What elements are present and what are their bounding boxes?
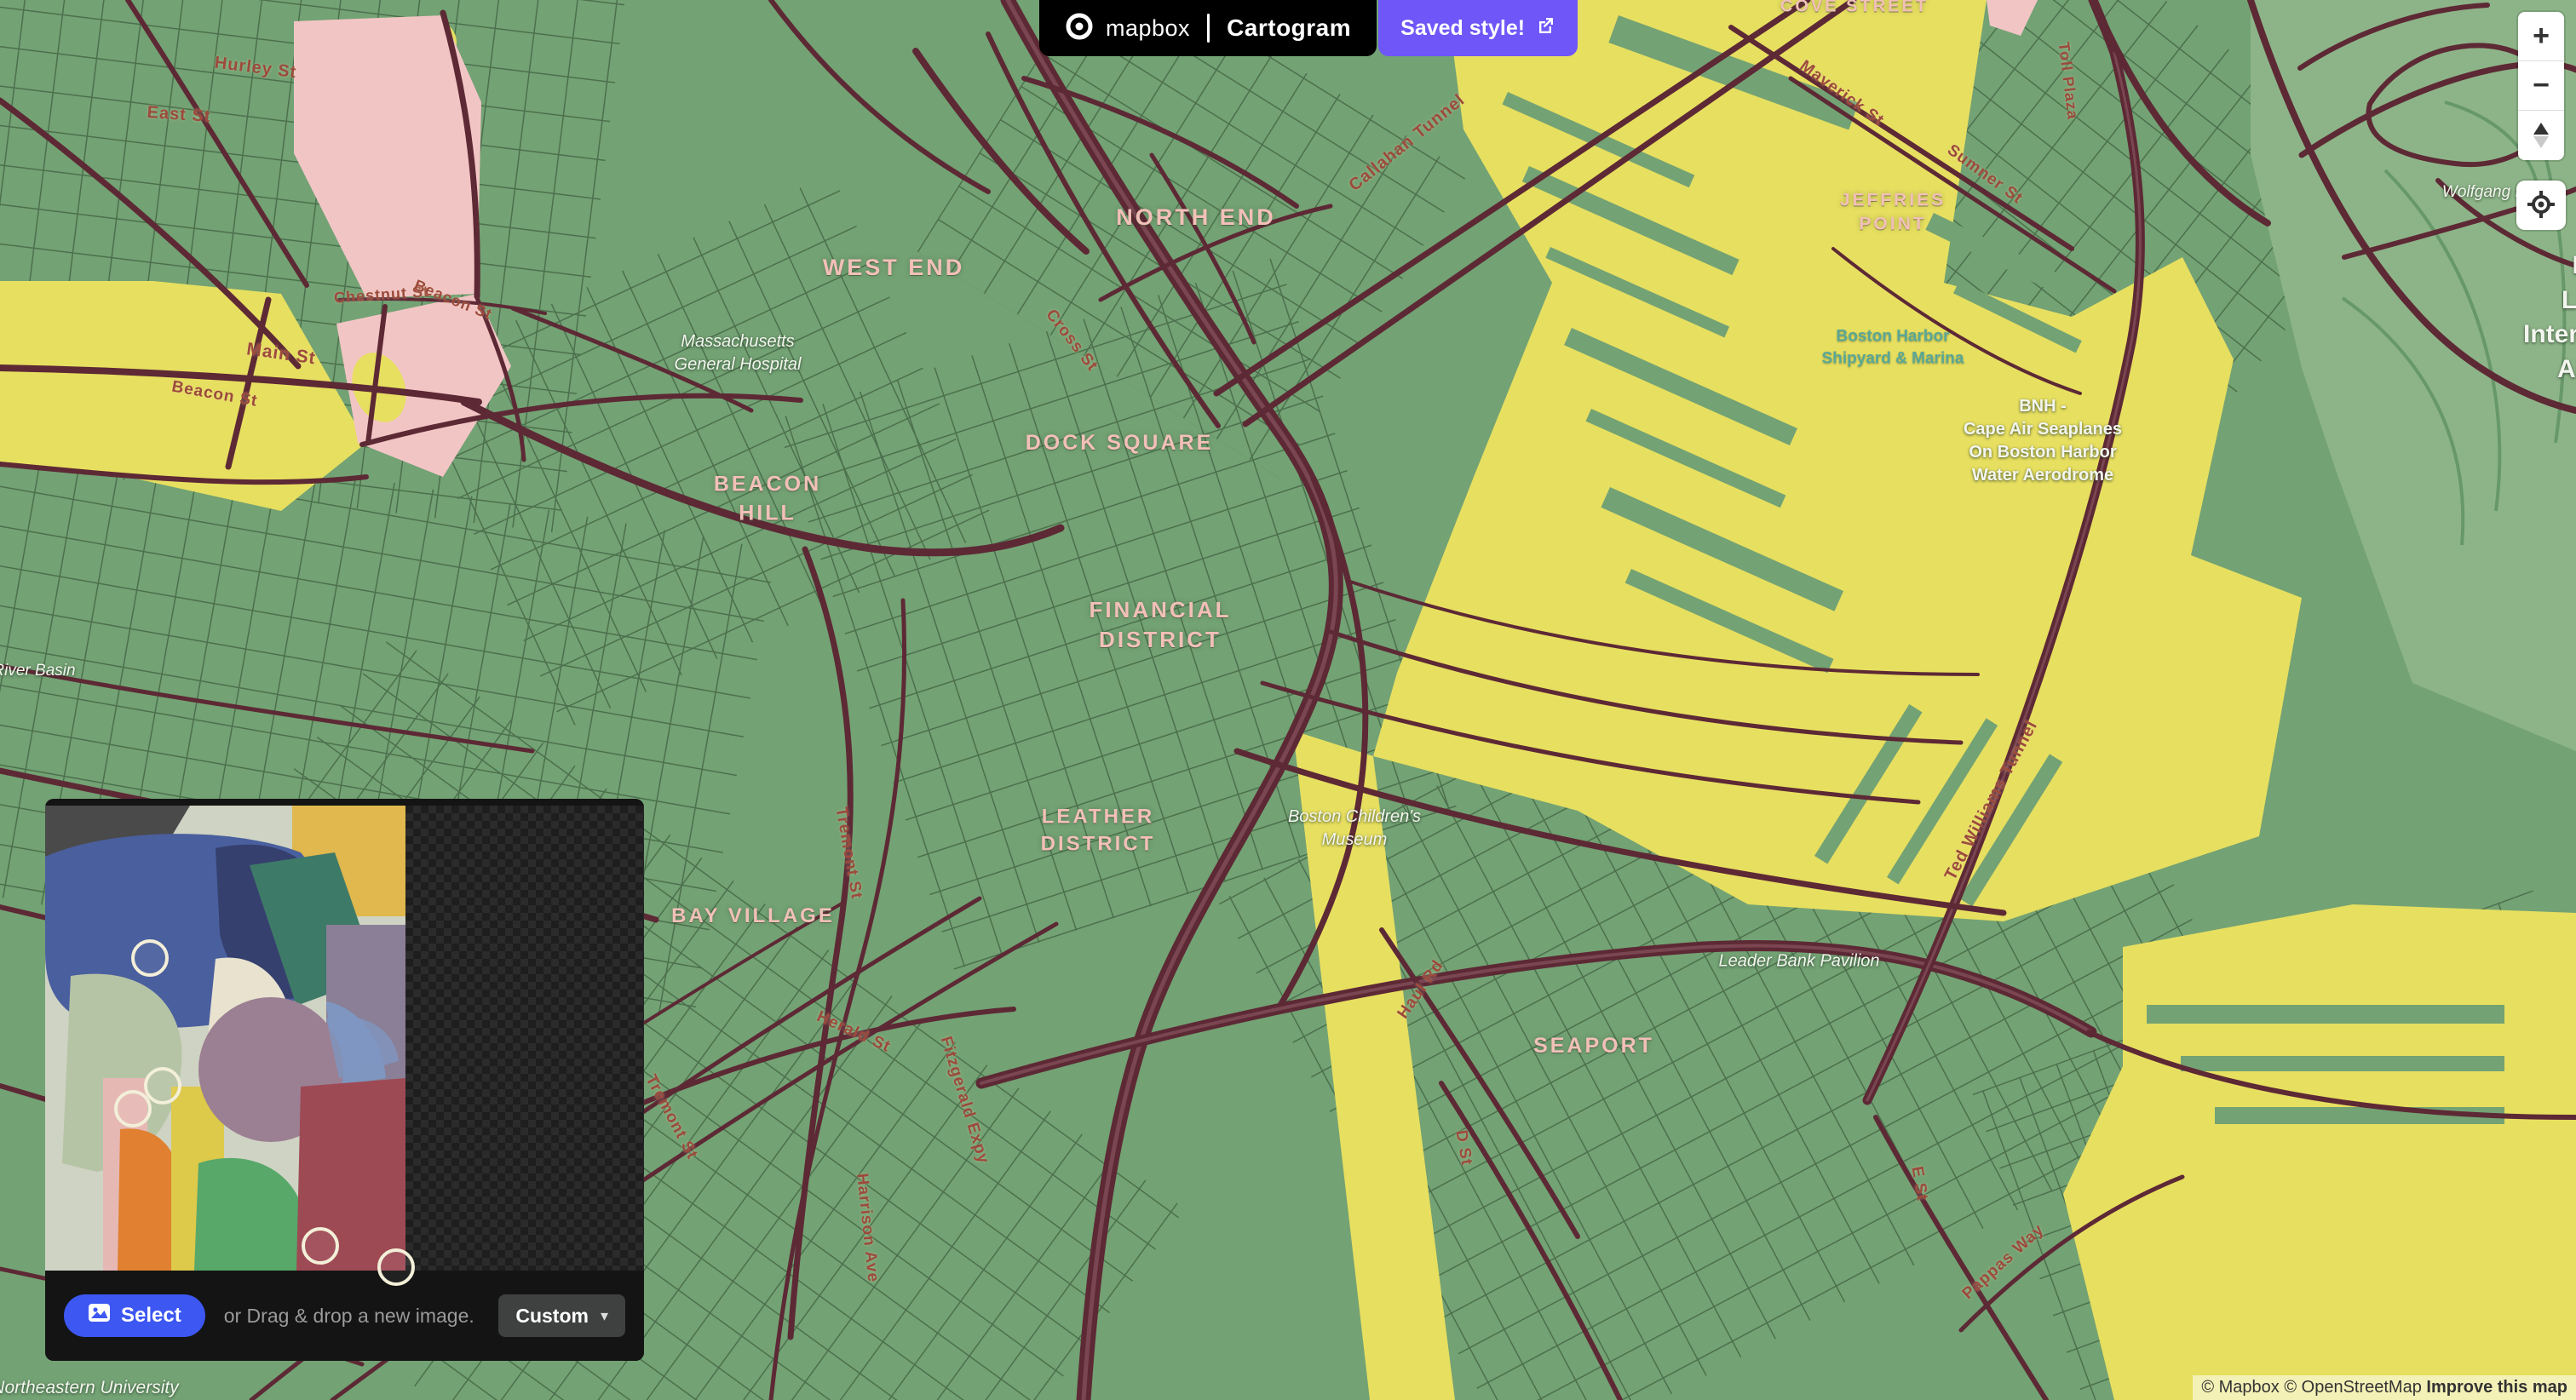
map-nav-controls: + −: [2518, 12, 2564, 160]
geolocate-icon: [2527, 190, 2556, 221]
header-divider: [1207, 14, 1210, 43]
external-link-icon: [1535, 15, 1555, 42]
image-panel-toolbar: Select or Drag & drop a new image. Custo…: [45, 1271, 644, 1361]
brand-name: mapbox: [1106, 15, 1190, 42]
compass-icon: [2533, 123, 2549, 148]
color-sample-handle[interactable]: [131, 939, 169, 977]
source-image[interactable]: [45, 806, 405, 1271]
preset-selected-value: Custom: [515, 1305, 589, 1328]
geolocate-button[interactable]: [2516, 181, 2566, 230]
color-sample-handle[interactable]: [377, 1248, 415, 1286]
color-sample-handle[interactable]: [144, 1067, 181, 1105]
improve-map-link[interactable]: Improve this map: [2426, 1378, 2567, 1397]
select-label: Select: [121, 1304, 181, 1328]
zoom-out-button[interactable]: −: [2518, 61, 2564, 111]
mapbox-attribution-link[interactable]: © Mapbox: [2201, 1378, 2279, 1397]
attribution: © Mapbox © OpenStreetMap Improve this ma…: [2193, 1375, 2576, 1400]
mapbox-logo-icon: [1065, 12, 1094, 45]
color-sample-handle[interactable]: [302, 1227, 339, 1265]
saved-style-label: Saved style!: [1400, 16, 1525, 41]
compass-button[interactable]: [2518, 111, 2564, 160]
osm-attribution-link[interactable]: © OpenStreetMap: [2284, 1378, 2421, 1397]
source-image-panel: Select or Drag & drop a new image. Custo…: [45, 799, 644, 1361]
chevron-down-icon: ▾: [601, 1307, 608, 1325]
header: mapbox Cartogram Saved style!: [1039, 0, 1578, 56]
transparent-checkerboard: [405, 806, 644, 1271]
select-image-button[interactable]: Select: [64, 1294, 205, 1337]
color-sample-handle[interactable]: [114, 1090, 152, 1127]
preset-dropdown[interactable]: Custom ▾: [498, 1294, 625, 1337]
drop-hint-text: or Drag & drop a new image.: [224, 1305, 499, 1328]
brand-box: mapbox Cartogram: [1039, 0, 1377, 56]
zoom-in-button[interactable]: +: [2518, 12, 2564, 61]
saved-style-button[interactable]: Saved style!: [1378, 0, 1578, 56]
app-title: Cartogram: [1227, 14, 1351, 42]
image-icon: [88, 1303, 111, 1328]
